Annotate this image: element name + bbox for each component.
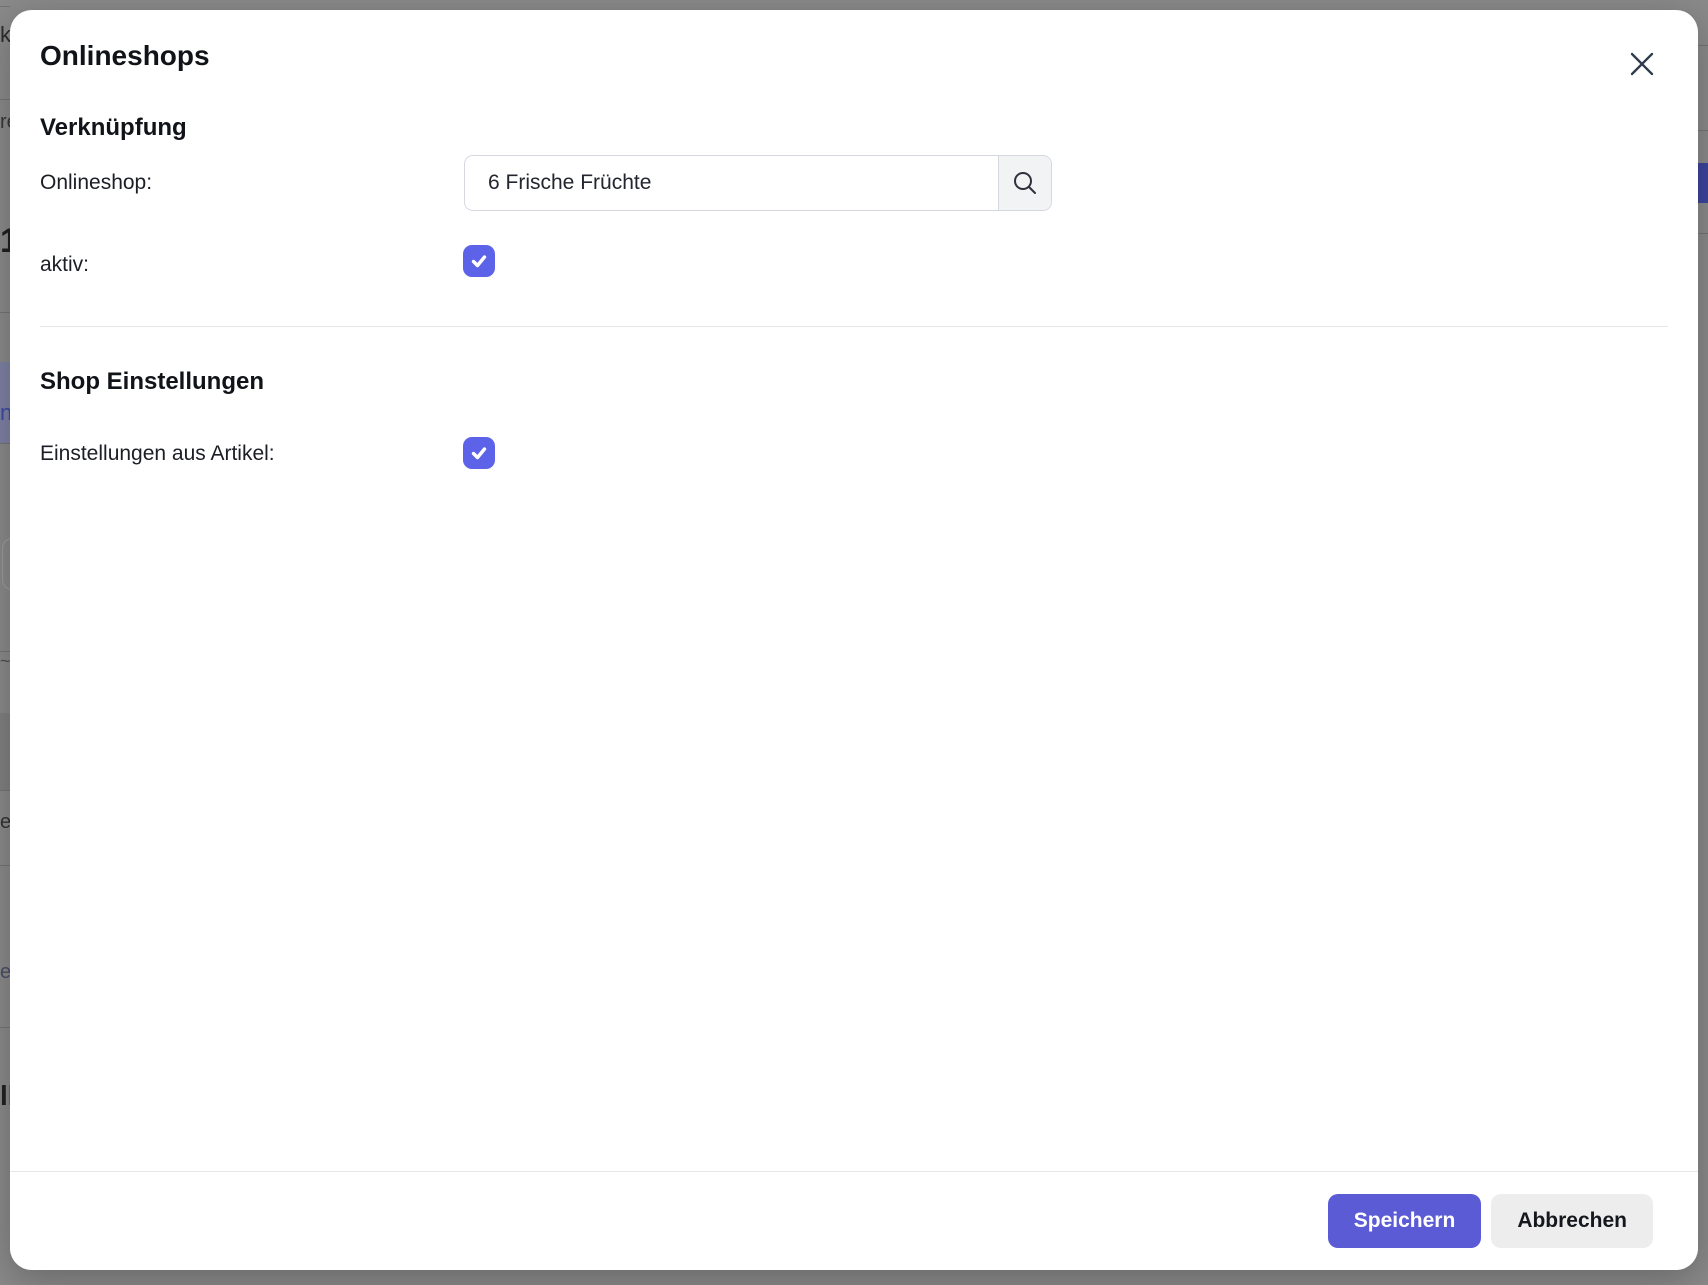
check-icon bbox=[470, 252, 488, 270]
search-icon bbox=[1012, 170, 1038, 196]
check-icon bbox=[470, 444, 488, 462]
background-row-line bbox=[0, 99, 10, 100]
close-icon bbox=[1629, 51, 1655, 77]
onlineshop-field-label: Onlineshop: bbox=[40, 168, 152, 198]
onlineshop-input-group bbox=[464, 155, 1052, 211]
background-row-line bbox=[0, 443, 10, 444]
background-text-fragment: k bbox=[0, 24, 10, 46]
background-row-line bbox=[0, 865, 10, 866]
onlineshop-search-button[interactable] bbox=[998, 156, 1051, 210]
background-row-line bbox=[0, 790, 10, 791]
backdrop-left-strip: k re 1 n ~ e er ll bbox=[0, 0, 10, 1285]
section-divider bbox=[40, 326, 1668, 327]
background-text-fragment: er bbox=[0, 962, 10, 982]
einstellungen-aus-artikel-field-label: Einstellungen aus Artikel: bbox=[40, 439, 275, 469]
background-selected-row bbox=[1698, 163, 1708, 203]
background-text-fragment: n bbox=[0, 402, 10, 424]
dialog-title: Onlineshops bbox=[40, 38, 210, 74]
cancel-button[interactable]: Abbrechen bbox=[1491, 1194, 1653, 1248]
background-row-band bbox=[0, 713, 10, 790]
background-text-fragment: re bbox=[0, 112, 10, 132]
background-text-fragment: ll bbox=[0, 1082, 10, 1110]
section-heading-shop-einstellungen: Shop Einstellungen bbox=[40, 366, 264, 398]
dialog-footer: Speichern Abbrechen bbox=[10, 1171, 1698, 1270]
aktiv-checkbox[interactable] bbox=[463, 245, 495, 277]
background-text-fragment: ~ bbox=[0, 652, 10, 670]
background-row-line bbox=[1698, 130, 1708, 131]
onlineshop-input[interactable] bbox=[465, 156, 998, 210]
background-row-line bbox=[0, 6, 10, 7]
background-row-line bbox=[0, 312, 10, 313]
background-row-line bbox=[1698, 233, 1708, 234]
background-text-fragment: e bbox=[0, 812, 10, 832]
einstellungen-aus-artikel-checkbox[interactable] bbox=[463, 437, 495, 469]
onlineshops-dialog: Onlineshops Verknüpfung Onlineshop: akti… bbox=[10, 10, 1698, 1270]
backdrop-right-strip bbox=[1698, 0, 1708, 1285]
aktiv-field-label: aktiv: bbox=[40, 250, 89, 280]
background-row-line bbox=[0, 1027, 10, 1028]
section-heading-verknuepfung: Verknüpfung bbox=[40, 112, 187, 144]
save-button[interactable]: Speichern bbox=[1328, 1194, 1482, 1248]
close-button[interactable] bbox=[1622, 44, 1662, 84]
background-text-fragment: 1 bbox=[0, 224, 10, 258]
background-row-line bbox=[1698, 45, 1708, 46]
background-pill-fragment bbox=[2, 538, 10, 590]
